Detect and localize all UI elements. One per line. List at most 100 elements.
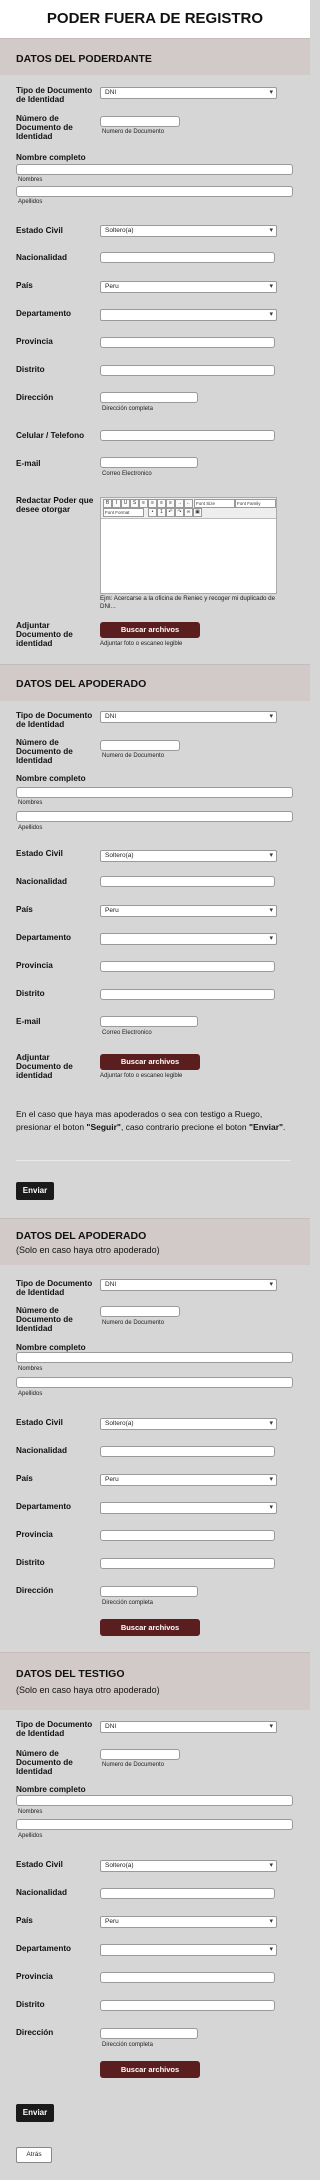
rich-text-editor[interactable]: B I U S ≡ ≡ ≡ ≡ → ← Font Size Font Famil… [100,497,277,594]
district-input[interactable] [100,365,275,376]
district-input[interactable] [100,1558,275,1569]
chevron-down-icon: ▾ [269,1723,273,1730]
label-nationality: Nacionalidad [16,253,67,262]
department-select[interactable]: ▾ [100,1502,277,1514]
doc-type-select[interactable]: DNI ▾ [100,1279,277,1291]
address-input[interactable] [100,2028,198,2039]
province-input[interactable] [100,1530,275,1541]
label-full-name: Nombre completo [16,153,86,162]
label-civil-status: Estado Civil [16,226,63,235]
hint-attach: Adjuntar foto o escaneo legible [100,641,183,647]
hint-names: Nombres [18,800,43,806]
label-country: País [16,905,33,914]
civil-status-select[interactable]: Soltero(a) ▾ [100,850,277,862]
department-select[interactable]: ▾ [100,933,277,945]
doc-type-select[interactable]: DNI ▾ [100,1721,277,1733]
country-select[interactable]: Peru ▾ [100,905,277,917]
civil-status-select[interactable]: Soltero(a) ▾ [100,1418,277,1430]
font-family-select[interactable]: Font Family [235,499,276,508]
doc-type-select[interactable]: DNI ▾ [100,711,277,723]
bold-icon[interactable]: B [103,499,112,508]
label-country: País [16,281,33,290]
chevron-down-icon: ▾ [269,907,273,914]
align-left-icon[interactable]: ≡ [139,499,148,508]
district-input[interactable] [100,989,275,1000]
underline-icon[interactable]: U [121,499,130,508]
back-button[interactable]: Atrás [16,2147,52,2163]
image-icon[interactable]: ▣ [193,508,202,517]
address-input[interactable] [100,1586,198,1597]
nationality-input[interactable] [100,1888,275,1899]
chevron-down-icon: ▾ [269,1918,273,1925]
align-center-icon[interactable]: ≡ [148,499,157,508]
civil-status-select[interactable]: Soltero(a) ▾ [100,1860,277,1872]
label-doc-type: Tipo de Documento de Identidad [16,711,93,729]
hint-doc-number: Numero de Documento [102,129,165,135]
send-button[interactable]: Enviar [16,2104,54,2122]
browse-files-button[interactable]: Buscar archivos [100,622,200,638]
hint-doc-number: Numero de Documento [102,1762,165,1768]
font-size-select[interactable]: Font Size [194,499,235,508]
email-input[interactable] [100,1016,198,1027]
italic-icon[interactable]: I [112,499,121,508]
surnames-input[interactable] [16,811,293,822]
label-country: País [16,1474,33,1483]
doc-number-input[interactable] [100,740,180,751]
link-icon[interactable]: ∞ [184,508,193,517]
chevron-down-icon: ▾ [269,1281,273,1288]
nationality-input[interactable] [100,876,275,887]
doc-number-input[interactable] [100,1306,180,1317]
names-input[interactable] [16,164,293,175]
email-input[interactable] [100,457,198,468]
undo-icon[interactable]: ↶ [166,508,175,517]
civil-status-select[interactable]: Soltero(a) ▾ [100,225,277,237]
hint-names: Nombres [18,1366,43,1372]
surnames-input[interactable] [16,1377,293,1388]
district-input[interactable] [100,2000,275,2011]
country-select[interactable]: Peru ▾ [100,281,277,293]
nationality-input[interactable] [100,1446,275,1457]
surnames-input[interactable] [16,186,293,197]
editor-toolbar: B I U S ≡ ≡ ≡ ≡ → ← Font Size Font Famil… [101,498,276,519]
font-format-select[interactable]: Font Format [103,508,144,517]
province-input[interactable] [100,1972,275,1983]
names-input[interactable] [16,1795,293,1806]
surnames-input[interactable] [16,1819,293,1830]
chevron-down-icon: ▾ [269,89,273,96]
send-button[interactable]: Enviar [16,1182,54,1200]
strikethrough-icon[interactable]: S [130,499,139,508]
redo-icon[interactable]: ↷ [175,508,184,517]
hint-email: Correo Electronico [102,1030,152,1036]
doc-type-select[interactable]: DNI ▾ [100,87,277,99]
section-header-poderdante: DATOS DEL PODERDANTE [0,38,310,75]
doc-number-input[interactable] [100,116,180,127]
bullet-list-icon[interactable]: • [148,508,157,517]
align-right-icon[interactable]: ≡ [157,499,166,508]
chevron-down-icon: ▾ [269,852,273,859]
department-select[interactable]: ▾ [100,1944,277,1956]
names-input[interactable] [16,787,293,798]
department-select[interactable]: ▾ [100,309,277,321]
section-subtitle: (Solo en caso haya otro apoderado) [16,1685,160,1695]
country-select[interactable]: Peru ▾ [100,1474,277,1486]
chevron-down-icon: ▾ [269,1862,273,1869]
hint-attach: Adjuntar foto o escaneo legible [100,1073,183,1079]
country-select[interactable]: Peru ▾ [100,1916,277,1928]
browse-files-button[interactable]: Buscar archivos [100,1619,200,1636]
nationality-input[interactable] [100,252,275,263]
browse-files-button[interactable]: Buscar archivos [100,2061,200,2078]
phone-input[interactable] [100,430,275,441]
outdent-icon[interactable]: ← [184,499,193,508]
province-input[interactable] [100,961,275,972]
browse-files-button[interactable]: Buscar archivos [100,1054,200,1070]
names-input[interactable] [16,1352,293,1363]
indent-icon[interactable]: → [175,499,184,508]
province-input[interactable] [100,337,275,348]
hint-address: Dirección completa [102,406,154,412]
doc-number-input[interactable] [100,1749,180,1760]
hint-surnames: Apellidos [18,1391,43,1397]
justify-icon[interactable]: ≡ [166,499,175,508]
address-input[interactable] [100,392,198,403]
hint-email: Correo Electronico [102,471,152,477]
numbered-list-icon[interactable]: 1 [157,508,166,517]
